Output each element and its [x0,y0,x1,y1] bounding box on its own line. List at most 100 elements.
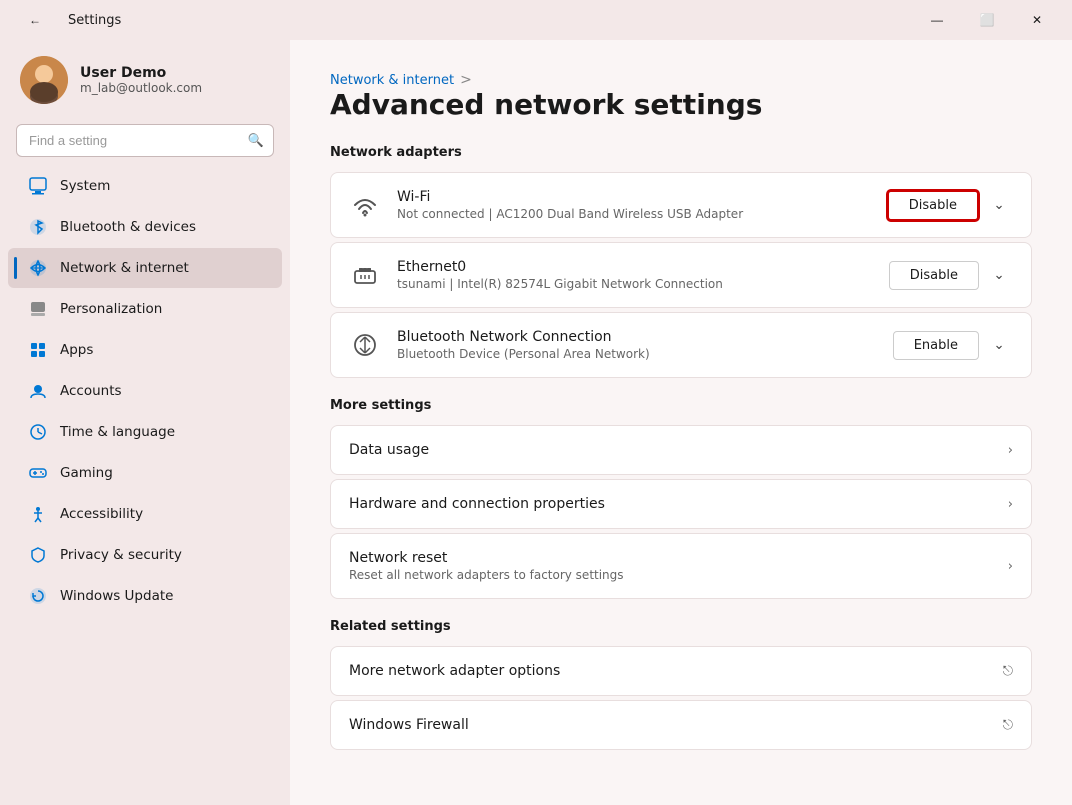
windows-firewall-row[interactable]: Windows Firewall ⎋ [331,701,1031,749]
sidebar-item-system[interactable]: System [8,166,282,206]
sidebar-item-privacy[interactable]: Privacy & security [8,535,282,575]
window-controls: — ⬜ ✕ [914,4,1060,36]
ethernet-expand-button[interactable]: ⌄ [983,259,1015,291]
sidebar-item-network-label: Network & internet [60,260,189,276]
close-button[interactable]: ✕ [1014,4,1060,36]
sidebar-item-personalization-label: Personalization [60,301,162,317]
avatar [20,56,68,104]
adapter-row-ethernet: Ethernet0 tsunami | Intel(R) 82574L Giga… [331,243,1031,307]
user-profile[interactable]: User Demo m_lab@outlook.com [0,40,290,120]
accessibility-icon [28,504,48,524]
minimize-button[interactable]: — [914,4,960,36]
breadcrumb-separator: > [460,72,472,88]
titlebar: ← Settings — ⬜ ✕ [0,0,1072,40]
section-more-settings-label: More settings [330,398,1032,413]
personalization-icon [28,299,48,319]
user-email: m_lab@outlook.com [80,81,202,95]
adapter-row-wifi: Wi-Fi Not connected | AC1200 Dual Band W… [331,173,1031,237]
bluetooth-network-enable-button[interactable]: Enable [893,331,979,360]
sidebar-item-accounts-label: Accounts [60,383,122,399]
network-reset-chevron-icon: › [1008,559,1013,574]
breadcrumb-parent[interactable]: Network & internet [330,73,454,88]
sidebar-item-update-label: Windows Update [60,588,173,604]
more-settings-data-usage: Data usage › [330,425,1032,475]
bluetooth-network-expand-button[interactable]: ⌄ [983,329,1015,361]
more-adapter-options-external-link-icon: ⎋ [1003,664,1013,679]
ethernet-icon [347,257,383,293]
bluetooth-network-icon [347,327,383,363]
back-button[interactable]: ← [12,4,58,36]
hardware-connection-row[interactable]: Hardware and connection properties › [331,480,1031,528]
adapter-row-bluetooth-network: Bluetooth Network Connection Bluetooth D… [331,313,1031,377]
section-network-adapters-label: Network adapters [330,145,1032,160]
more-adapter-options-row[interactable]: More network adapter options ⎋ [331,647,1031,695]
network-reset-row[interactable]: Network reset Reset all network adapters… [331,534,1031,598]
ethernet-disable-button[interactable]: Disable [889,261,979,290]
sidebar-item-apps[interactable]: Apps [8,330,282,370]
more-settings-network-reset: Network reset Reset all network adapters… [330,533,1032,599]
wifi-disable-button[interactable]: Disable [887,190,979,221]
sidebar: User Demo m_lab@outlook.com 🔍 System [0,40,290,805]
network-icon [28,258,48,278]
ethernet-chevron-icon: ⌄ [993,267,1004,283]
adapter-desc-wifi: Not connected | AC1200 Dual Band Wireles… [397,207,873,221]
network-reset-content: Network reset Reset all network adapters… [349,550,624,582]
adapter-card-wifi: Wi-Fi Not connected | AC1200 Dual Band W… [330,172,1032,238]
app-body: User Demo m_lab@outlook.com 🔍 System [0,40,1072,805]
wifi-expand-button[interactable]: ⌄ [983,189,1015,221]
app-title: Settings [68,13,121,28]
windows-firewall-title: Windows Firewall [349,717,469,733]
accounts-icon [28,381,48,401]
gaming-icon [28,463,48,483]
wifi-chevron-icon: ⌄ [993,197,1004,213]
adapter-actions-ethernet: Disable ⌄ [889,259,1015,291]
adapter-name-wifi: Wi-Fi [397,189,873,205]
sidebar-item-time[interactable]: Time & language [8,412,282,452]
wifi-icon [347,187,383,223]
adapter-info-bluetooth-network: Bluetooth Network Connection Bluetooth D… [397,329,879,361]
main-content: Network & internet > Advanced network se… [290,40,1072,805]
network-reset-desc: Reset all network adapters to factory se… [349,568,624,582]
sidebar-item-gaming[interactable]: Gaming [8,453,282,493]
data-usage-row[interactable]: Data usage › [331,426,1031,474]
search-box: 🔍 [16,124,274,157]
minimize-icon: — [931,13,943,27]
user-info: User Demo m_lab@outlook.com [80,65,202,95]
adapter-info-wifi: Wi-Fi Not connected | AC1200 Dual Band W… [397,189,873,221]
sidebar-item-bluetooth[interactable]: Bluetooth & devices [8,207,282,247]
page-title: Advanced network settings [330,88,1032,121]
network-reset-title: Network reset [349,550,624,566]
data-usage-chevron-icon: › [1008,443,1013,458]
apps-icon [28,340,48,360]
titlebar-left: ← Settings [12,4,121,36]
search-icon: 🔍 [248,133,264,148]
breadcrumb: Network & internet > [330,72,1032,88]
user-name: User Demo [80,65,202,81]
adapter-card-ethernet: Ethernet0 tsunami | Intel(R) 82574L Giga… [330,242,1032,308]
maximize-button[interactable]: ⬜ [964,4,1010,36]
search-input[interactable] [16,124,274,157]
bluetooth-icon [28,217,48,237]
nav-list: System Bluetooth & devices [0,165,290,617]
related-windows-firewall: Windows Firewall ⎋ [330,700,1032,750]
section-related-settings-label: Related settings [330,619,1032,634]
maximize-icon: ⬜ [980,13,995,27]
sidebar-item-update[interactable]: Windows Update [8,576,282,616]
back-icon: ← [29,13,41,27]
data-usage-title: Data usage [349,442,429,458]
sidebar-item-accounts[interactable]: Accounts [8,371,282,411]
sidebar-item-accessibility[interactable]: Accessibility [8,494,282,534]
sidebar-item-accessibility-label: Accessibility [60,506,143,522]
hardware-connection-chevron-icon: › [1008,497,1013,512]
sidebar-item-network[interactable]: Network & internet [8,248,282,288]
time-icon [28,422,48,442]
sidebar-item-personalization[interactable]: Personalization [8,289,282,329]
adapter-actions-bluetooth-network: Enable ⌄ [893,329,1015,361]
hardware-connection-title: Hardware and connection properties [349,496,605,512]
adapter-desc-bluetooth-network: Bluetooth Device (Personal Area Network) [397,347,879,361]
sidebar-item-gaming-label: Gaming [60,465,113,481]
adapter-card-bluetooth-network: Bluetooth Network Connection Bluetooth D… [330,312,1032,378]
adapter-name-ethernet: Ethernet0 [397,259,875,275]
adapter-info-ethernet: Ethernet0 tsunami | Intel(R) 82574L Giga… [397,259,875,291]
windows-firewall-external-link-icon: ⎋ [1003,718,1013,733]
